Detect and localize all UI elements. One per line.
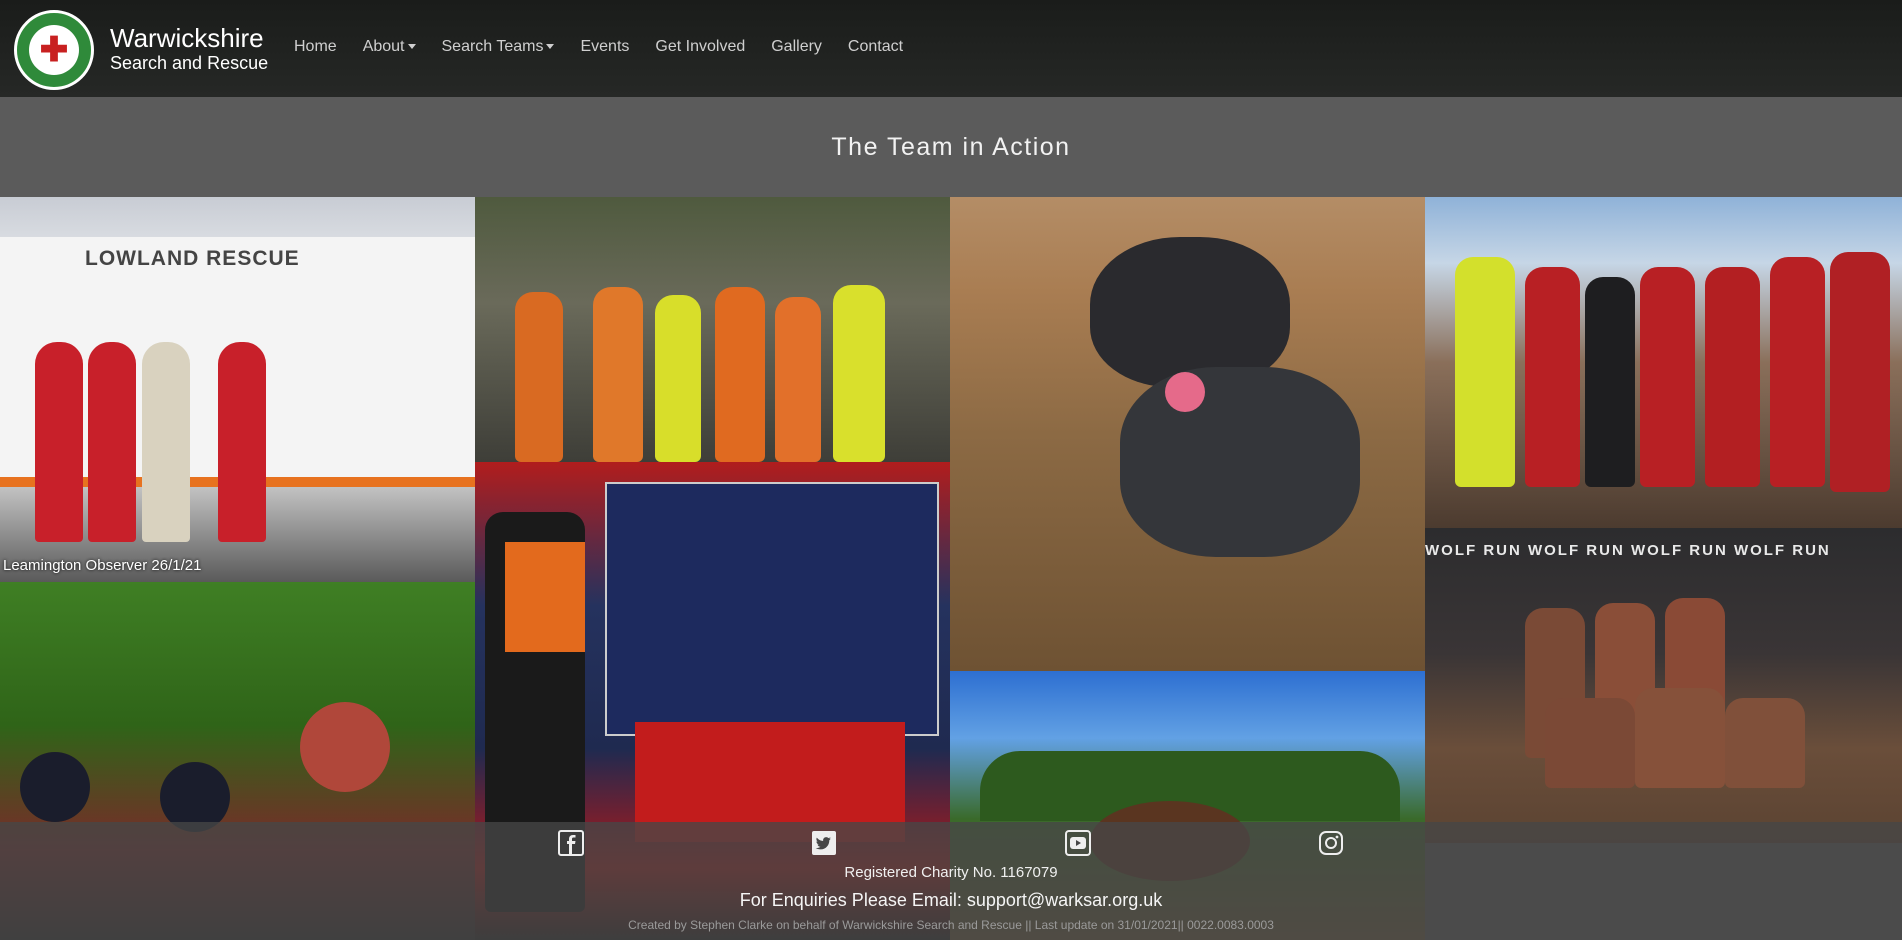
cap-head xyxy=(20,752,90,822)
twitter-icon[interactable] xyxy=(811,830,837,856)
wolf-run-banner: WOLF RUN WOLF RUN WOLF RUN WOLF RUN xyxy=(1425,542,1831,559)
dog-head xyxy=(1090,237,1290,387)
site-brand[interactable]: Warwickshire Search and Rescue xyxy=(110,24,268,74)
display-board xyxy=(605,482,939,736)
instagram-icon[interactable] xyxy=(1318,830,1344,856)
person-figure xyxy=(833,285,885,462)
contact-email-line[interactable]: For Enquiries Please Email: support@wark… xyxy=(0,890,1902,911)
gallery-photo-muddy-team[interactable] xyxy=(1425,197,1902,528)
nav-about-label: About xyxy=(362,38,405,55)
chevron-down-icon xyxy=(407,44,416,50)
chevron-down-icon xyxy=(546,44,555,50)
brand-line2: Search and Rescue xyxy=(110,53,269,73)
person-figure xyxy=(655,295,701,462)
person-figure xyxy=(1545,698,1635,788)
nav-home[interactable]: Home xyxy=(294,38,337,56)
gallery-photo-search-dog[interactable] xyxy=(950,197,1425,671)
page-title: The Team in Action xyxy=(831,132,1071,161)
main-nav: Home About Search Teams Events Get Invol… xyxy=(294,38,929,56)
gallery-photo-wolf-run[interactable]: WOLF RUN WOLF RUN WOLF RUN WOLF RUN xyxy=(1425,528,1902,843)
person-head xyxy=(300,702,390,792)
red-cross-icon: ✚ xyxy=(39,31,69,69)
person-figure xyxy=(35,342,83,542)
facebook-icon[interactable] xyxy=(558,830,584,856)
dog-tongue xyxy=(1165,372,1205,412)
site-logo[interactable]: ✚ xyxy=(14,10,94,90)
person-figure xyxy=(593,287,643,462)
person-figure xyxy=(218,342,266,542)
dog-body xyxy=(1120,367,1360,557)
nav-get-involved[interactable]: Get Involved xyxy=(655,38,745,56)
person-figure xyxy=(1770,257,1825,487)
person-figure xyxy=(1635,688,1725,788)
person-figure xyxy=(1640,267,1695,487)
person-figure xyxy=(1705,267,1760,487)
nav-search-teams[interactable]: Search Teams xyxy=(442,38,555,56)
nav-contact[interactable]: Contact xyxy=(848,38,903,56)
person-figure xyxy=(1585,277,1635,487)
person-figure xyxy=(515,292,563,462)
youtube-icon[interactable] xyxy=(1065,830,1091,856)
charity-number: Registered Charity No. 1167079 xyxy=(844,864,1058,881)
logo-emblem: ✚ xyxy=(29,25,79,75)
nav-about[interactable]: About xyxy=(363,38,416,56)
person-figure xyxy=(715,287,765,462)
footer-credit: Created by Stephen Clarke on behalf of W… xyxy=(628,918,1274,932)
nav-search-teams-label: Search Teams xyxy=(441,38,544,55)
person-figure xyxy=(142,342,190,542)
brand-line1: Warwickshire xyxy=(110,23,264,53)
section-title-band: The Team in Action xyxy=(0,97,1902,197)
gallery-photo-rescue-van[interactable]: LOWLAND RESCUE Leamington Observer 26/1/… xyxy=(0,197,475,582)
gallery-photo-team-group[interactable] xyxy=(475,197,950,462)
nav-gallery[interactable]: Gallery xyxy=(771,38,822,56)
nav-events[interactable]: Events xyxy=(580,38,629,56)
hi-vis-vest xyxy=(505,542,585,652)
photo-caption: Leamington Observer 26/1/21 xyxy=(3,557,202,574)
person-figure xyxy=(1455,257,1515,487)
person-figure xyxy=(88,342,136,542)
van-text: LOWLAND RESCUE xyxy=(85,247,300,270)
person-figure xyxy=(775,297,821,462)
person-figure xyxy=(1725,698,1805,788)
person-figure xyxy=(1830,252,1890,492)
person-figure xyxy=(1525,267,1580,487)
top-navbar: ✚ Warwickshire Search and Rescue Home Ab… xyxy=(0,0,1902,97)
